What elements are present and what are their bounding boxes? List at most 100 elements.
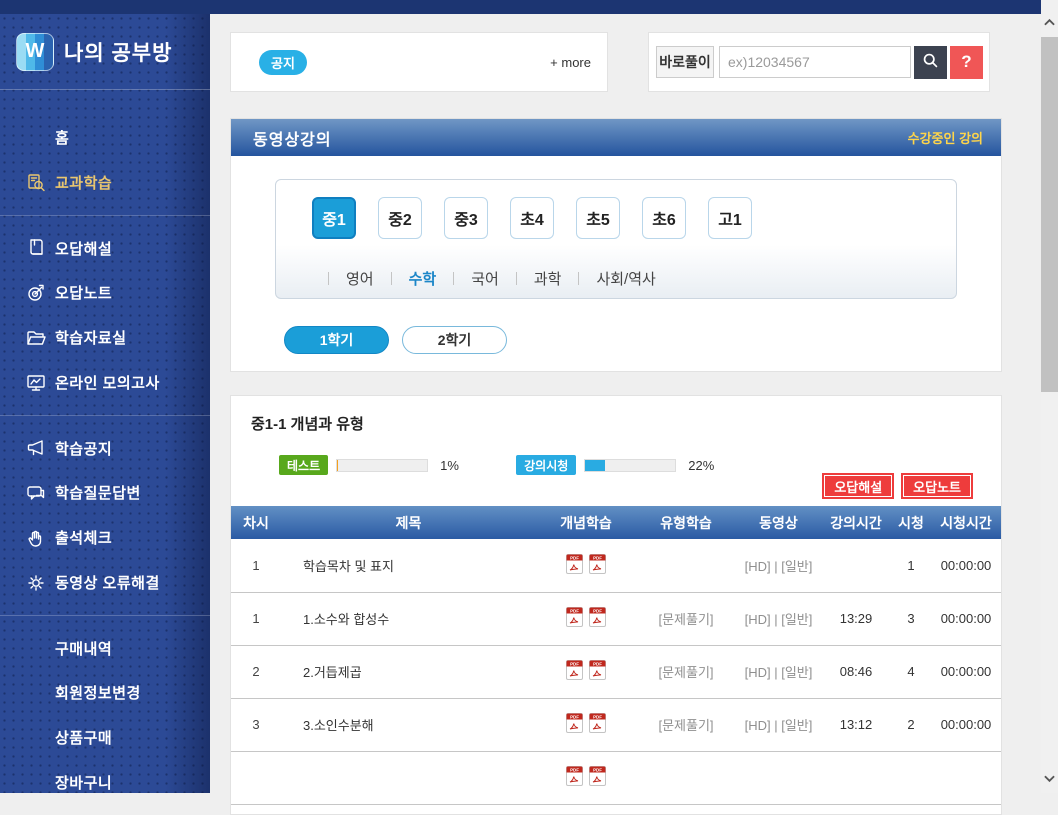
scroll-down-button[interactable] [1041,769,1058,789]
svg-text:PDF: PDF [570,714,579,719]
grade-tab[interactable]: 중3 [444,197,488,239]
sidebar-item[interactable]: 오답노트 [0,270,210,315]
subject-label: 사회/역사 [596,268,655,289]
view-count [891,751,931,804]
video-quality-links[interactable]: [HD] | [일반] [745,559,813,574]
lesson-title[interactable]: 학습목차 및 표지 [281,539,536,592]
progress-badge: 테스트 [279,455,328,475]
lecture-duration [821,539,891,592]
wrong-answer-button[interactable]: 오답해설 [822,473,894,499]
progress-percent: 1% [440,458,470,473]
sidebar-item[interactable]: 회원정보변경 [0,670,210,715]
semester-tab[interactable]: 2학기 [402,326,507,354]
pdf-icon[interactable]: PDF [566,766,583,786]
scroll-up-button[interactable] [1041,12,1058,32]
lesson-title[interactable]: 1.소수와 합성수 [281,592,536,645]
sidebar-item-label: 회원정보변경 [55,682,141,703]
search-document-icon [26,173,46,193]
pdf-icon[interactable]: PDF [566,713,583,733]
logo-w-icon: W [16,33,54,71]
sidebar-item[interactable]: 출석체크 [0,515,210,560]
wrong-answer-button[interactable]: 오답노트 [901,473,973,499]
sidebar-item[interactable]: 오답해설 [0,215,210,270]
main-content: 공지 + more 바로풀이 ? 동영상강의 수강중인 강의 중1중2중3초4초… [210,14,1041,793]
semester-tab[interactable]: 1학기 [284,326,389,354]
book-icon [26,238,46,258]
lesson-title[interactable]: 2.거듭제곱 [281,645,536,698]
subject-label: 수학 [409,268,437,289]
watch-time: 00:00:00 [931,645,1001,698]
grade-tab[interactable]: 중1 [312,197,356,239]
pdf-icon[interactable]: PDF [589,607,606,627]
scrollbar[interactable] [1041,0,1058,793]
sidebar-item-label: 동영상 오류해결 [55,572,160,593]
view-count: 2 [891,698,931,751]
pdf-icon[interactable]: PDF [566,660,583,680]
subject-tab[interactable]: 수학 [374,268,437,289]
monitor-icon [26,373,46,393]
video-quality-links[interactable]: [HD] | [일반] [745,612,813,627]
table-header-row: 차시 제목 개념학습 유형학습 동영상 강의시간 시청 시청시간 [231,506,1001,539]
sidebar-item[interactable]: 교과학습 [0,160,210,205]
progress-bar [336,459,428,472]
grade-tab[interactable]: 초6 [642,197,686,239]
video-quality-links[interactable]: [HD] | [일반] [745,718,813,733]
lesson-row: 1 1.소수와 합성수 PDFPDF [문제풀기] [HD] | [일반] 13… [231,592,1001,645]
video-quality-links[interactable]: [HD] | [일반] [745,665,813,680]
grade-tab[interactable]: 고1 [708,197,752,239]
sidebar-item[interactable]: 학습질문답변 [0,470,210,515]
sidebar-item[interactable]: 학습자료실 [0,315,210,360]
scrollbar-thumb[interactable] [1041,37,1058,392]
sidebar-item[interactable]: 동영상 오류해결 [0,560,210,605]
concept-pdf-links: PDF PDF [566,554,606,574]
grade-tab[interactable]: 중2 [378,197,422,239]
enrolled-lectures-link[interactable]: 수강중인 강의 [908,128,983,147]
subject-tab[interactable]: 과학 [499,268,562,289]
notice-badge[interactable]: 공지 [259,50,307,75]
pdf-icon[interactable]: PDF [589,554,606,574]
sidebar-item-label: 교과학습 [55,172,112,193]
lesson-number: 3 [231,698,281,751]
svg-text:PDF: PDF [593,555,602,560]
lesson-number: 2 [231,645,281,698]
pdf-icon[interactable]: PDF [566,607,583,627]
sidebar-item[interactable]: 학습공지 [0,415,210,470]
lesson-title[interactable] [281,751,536,804]
sidebar-item[interactable]: 온라인 모의고사 [0,360,210,405]
sidebar-item[interactable]: 장바구니 [0,760,210,793]
problem-number-input[interactable] [719,46,911,78]
problem-solve-link[interactable]: [문제풀기] [658,718,713,733]
progress-bar [584,459,676,472]
problem-solve-link[interactable]: [문제풀기] [658,612,713,627]
svg-text:PDF: PDF [570,555,579,560]
sidebar-item[interactable]: 구매내역 [0,615,210,670]
search-button[interactable] [914,46,947,79]
subject-tab[interactable]: 국어 [436,268,499,289]
help-button[interactable]: ? [950,46,983,79]
lesson-row: 1 학습목차 및 표지 PDFPDF [HD] | [일반] 1 00:00:0… [231,539,1001,592]
problem-solve-link[interactable]: [문제풀기] [658,665,713,680]
sidebar-item-label: 구매내역 [55,638,112,659]
sidebar-item[interactable]: 상품구매 [0,715,210,760]
logo[interactable]: W 나의 공부방 [0,14,210,90]
subject-tab[interactable]: 영어 [311,268,374,289]
hand-icon [26,528,46,548]
subject-tab[interactable]: 사회/역사 [561,268,655,289]
grade-tab[interactable]: 초5 [576,197,620,239]
more-link[interactable]: + more [550,55,591,70]
sidebar-item[interactable]: 홈 [0,115,210,160]
view-count: 4 [891,645,931,698]
pdf-icon[interactable]: PDF [566,554,583,574]
grade-tab[interactable]: 초4 [510,197,554,239]
sidebar-item-icon [26,638,46,658]
site-title: 나의 공부방 [64,37,172,67]
col-header: 차시 [231,506,281,539]
pdf-icon[interactable]: PDF [589,713,606,733]
lesson-title[interactable]: 3.소인수분해 [281,698,536,751]
sidebar-item-label: 학습공지 [55,438,112,459]
top-navy-bar [0,0,1041,14]
pdf-icon[interactable]: PDF [589,660,606,680]
pdf-icon[interactable]: PDF [589,766,606,786]
separator-bar [453,272,454,285]
lesson-row: 3 3.소인수분해 PDFPDF [문제풀기] [HD] | [일반] 13:1… [231,698,1001,751]
